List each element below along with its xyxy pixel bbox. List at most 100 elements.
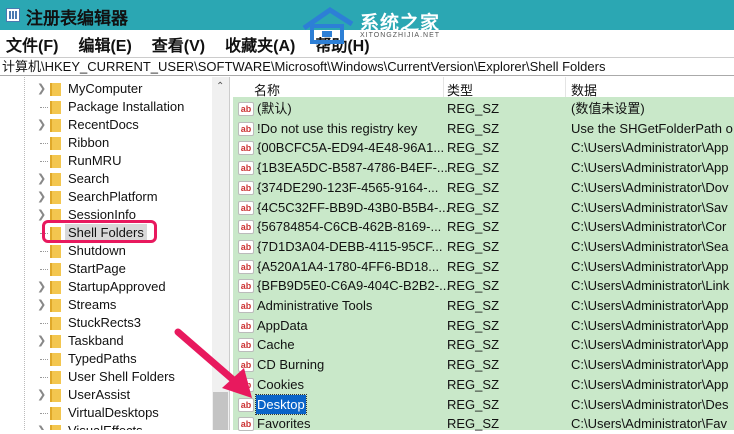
tree-item[interactable]: RunMRU (0, 152, 212, 170)
tree-item-label: TypedPaths (68, 351, 137, 366)
folder-icon (50, 281, 61, 294)
value-data: Use the SHGetFolderPath o (571, 120, 733, 136)
tree-item[interactable]: ❯ Search (0, 170, 212, 188)
tree-connector (40, 269, 48, 270)
folder-icon (50, 191, 61, 204)
value-data: C:\Users\Administrator\App (571, 337, 729, 353)
tree-item[interactable]: Package Installation (0, 98, 212, 116)
value-row[interactable]: ab !Do not use this registry key REG_SZ Use… (233, 119, 734, 139)
string-value-icon: ab (238, 239, 254, 254)
string-value-icon: ab (238, 397, 254, 412)
expand-chevron-icon[interactable]: ❯ (37, 386, 46, 404)
value-row[interactable]: ab Favorites REG_SZ C:\Users\Administrator\… (233, 414, 734, 434)
value-row[interactable]: ab {56784854-C6CB-462B-8169-... REG_SZ C:\U… (233, 217, 734, 237)
tree-item[interactable]: ❯ Taskband (0, 332, 212, 350)
value-name: {00BCFC5A-ED94-4E48-96A1... (257, 140, 445, 156)
folder-icon (50, 101, 61, 114)
tree-item-label: Search (68, 171, 110, 186)
value-row[interactable]: ab AppData REG_SZ C:\Users\Administrator\Ap… (233, 316, 734, 336)
expand-chevron-icon[interactable]: ❯ (37, 188, 46, 206)
string-value-icon: ab (238, 338, 254, 353)
value-row[interactable]: ab {374DE290-123F-4565-9164-... REG_SZ C:\U… (233, 178, 734, 198)
scrollbar-thumb[interactable] (213, 392, 228, 430)
column-name[interactable]: 名称 (254, 80, 280, 99)
tree-item-label: VisualEffects (68, 422, 143, 430)
tree-item[interactable]: ❯ RecentDocs (0, 116, 212, 134)
tree-item[interactable]: Shutdown (0, 242, 212, 260)
expand-chevron-icon[interactable]: ❯ (37, 278, 46, 296)
tree-item[interactable]: VirtualDesktops (0, 404, 212, 422)
value-type: REG_SZ (447, 160, 500, 176)
value-row[interactable]: ab {7D1D3A04-DEBB-4115-95CF... REG_SZ C:\Us… (233, 237, 734, 257)
value-name: {1B3EA5DC-B587-4786-B4EF-... (257, 160, 448, 176)
tree-item[interactable]: ❯ VisualEffects (0, 422, 212, 430)
tree-item[interactable]: TypedPaths (0, 350, 212, 368)
tree-item[interactable]: ❯ Streams (0, 296, 212, 314)
tree-scrollbar[interactable]: ⌃ (212, 77, 229, 430)
value-row[interactable]: ab (默认) REG_SZ (数值未设置) (233, 99, 734, 119)
value-row[interactable]: ab Cache REG_SZ C:\Users\Administrator\App (233, 335, 734, 355)
tree-connector (40, 251, 48, 252)
folder-icon (50, 137, 61, 150)
tree-item[interactable]: ❯ StartupApproved (0, 278, 212, 296)
value-row[interactable]: ab Cookies REG_SZ C:\Users\Administrator\Ap… (233, 375, 734, 395)
expand-chevron-icon[interactable]: ❯ (37, 296, 46, 314)
tree-connector (40, 413, 48, 414)
expand-chevron-icon[interactable]: ❯ (37, 170, 46, 188)
value-name: {56784854-C6CB-462B-8169-... (257, 219, 442, 235)
value-name: {A520A1A4-1780-4FF6-BD18... (257, 258, 440, 274)
column-type[interactable]: 类型 (447, 80, 473, 99)
value-name: {BFB9D5E0-C6A9-404C-B2B2-... (257, 278, 450, 294)
value-type: REG_SZ (447, 416, 500, 432)
string-value-icon: ab (238, 259, 254, 274)
tree-item[interactable]: StuckRects3 (0, 314, 212, 332)
column-data[interactable]: 数据 (571, 80, 597, 99)
value-type: REG_SZ (447, 219, 500, 235)
tree-item[interactable]: ❯ SearchPlatform (0, 188, 212, 206)
folder-icon (50, 407, 61, 420)
tree-item[interactable]: User Shell Folders (0, 368, 212, 386)
value-data: C:\Users\Administrator\Fav (571, 416, 728, 432)
scroll-up-icon[interactable]: ⌃ (216, 81, 224, 92)
folder-icon (50, 299, 61, 312)
expand-chevron-icon[interactable]: ❯ (37, 332, 46, 350)
value-data: C:\Users\Administrator\App (571, 140, 729, 156)
value-row[interactable]: ab {00BCFC5A-ED94-4E48-96A1... REG_SZ C:\Us… (233, 138, 734, 158)
tree-item-label: Shutdown (68, 243, 126, 258)
tree-connector (40, 107, 48, 108)
address-bar[interactable]: 计算机\HKEY_CURRENT_USER\SOFTWARE\Microsoft… (0, 57, 734, 76)
value-data: C:\Users\Administrator\App (571, 258, 729, 274)
menu-item[interactable]: 编辑(E) (78, 32, 131, 56)
value-data: C:\Users\Administrator\Link (571, 278, 730, 294)
value-type: REG_SZ (447, 357, 500, 373)
tree-item[interactable]: Ribbon (0, 134, 212, 152)
value-data: C:\Users\Administrator\Cor (571, 219, 727, 235)
tree-item[interactable]: ❯ MyComputer (0, 80, 212, 98)
menu-item[interactable]: 收藏夹(A) (225, 32, 295, 56)
folder-icon (50, 371, 61, 384)
value-row[interactable]: ab {4C5C32FF-BB9D-43B0-B5B4-... REG_SZ C:\U… (233, 198, 734, 218)
value-data: C:\Users\Administrator\App (571, 357, 729, 373)
expand-chevron-icon[interactable]: ❯ (37, 116, 46, 134)
string-value-icon: ab (238, 377, 254, 392)
value-name: CD Burning (257, 357, 325, 373)
tree-item[interactable]: StartPage (0, 260, 212, 278)
menu-item[interactable]: 文件(F) (6, 32, 58, 56)
tree-item-label: Ribbon (68, 135, 110, 150)
tree-item-label: RecentDocs (68, 117, 139, 132)
expand-chevron-icon[interactable]: ❯ (37, 422, 46, 430)
tree-item[interactable]: ❯ UserAssist (0, 386, 212, 404)
value-type: REG_SZ (447, 179, 500, 195)
value-name: Cache (257, 337, 295, 353)
value-row[interactable]: ab {A520A1A4-1780-4FF6-BD18... REG_SZ C:\Us… (233, 257, 734, 277)
value-row[interactable]: ab CD Burning REG_SZ C:\Users\Administrator… (233, 355, 734, 375)
value-data: C:\Users\Administrator\App (571, 317, 729, 333)
value-row[interactable]: ab {BFB9D5E0-C6A9-404C-B2B2-... REG_SZ C:\U… (233, 276, 734, 296)
watermark-house-icon (302, 6, 354, 44)
value-row[interactable]: ab Desktop REG_SZ C:\Users\Administrator\De… (233, 393, 734, 415)
expand-chevron-icon[interactable]: ❯ (37, 80, 46, 98)
menu-item[interactable]: 查看(V) (152, 32, 205, 56)
value-row[interactable]: ab {1B3EA5DC-B587-4786-B4EF-... REG_SZ C:\U… (233, 158, 734, 178)
value-row[interactable]: ab Administrative Tools REG_SZ C:\Users\Adm… (233, 296, 734, 316)
value-name: AppData (257, 317, 308, 333)
